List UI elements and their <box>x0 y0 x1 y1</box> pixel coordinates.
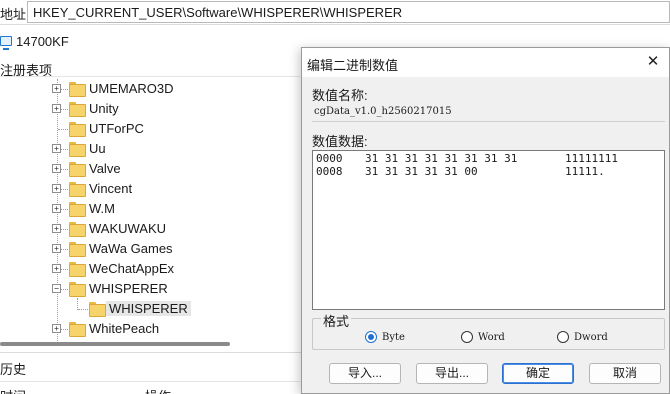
folder-icon <box>69 122 86 137</box>
radio-dword[interactable]: Dword <box>557 331 608 343</box>
radio-label: Byte <box>382 331 405 343</box>
radio-unchecked-icon[interactable] <box>461 331 473 343</box>
cancel-button[interactable]: 取消 <box>589 363 661 384</box>
tree-item-label[interactable]: WAKUWAKU <box>86 221 169 236</box>
tree-item[interactable]: + WeChatAppEx <box>0 259 300 279</box>
column-header-time[interactable]: 时间 <box>0 386 26 394</box>
tree-item-label[interactable]: W.M <box>86 201 118 216</box>
horizontal-scrollbar[interactable] <box>0 340 300 348</box>
scrollbar-thumb[interactable] <box>0 342 230 346</box>
expand-icon[interactable]: + <box>52 244 61 253</box>
tree-item-label[interactable]: WhitePeach <box>86 321 162 336</box>
tree-item[interactable]: + WaWa Games <box>0 239 300 259</box>
expand-icon[interactable]: + <box>52 184 61 193</box>
column-header-action[interactable]: 操作 <box>145 386 171 394</box>
tree-connector <box>78 309 88 310</box>
radio-checked-icon[interactable] <box>365 331 377 343</box>
tree-item-label[interactable]: WeChatAppEx <box>86 261 177 276</box>
folder-icon <box>69 222 86 237</box>
format-group: 格式 Byte Word Dword <box>312 311 665 350</box>
history-title: 历史 <box>0 362 27 377</box>
dialog-titlebar[interactable]: 编辑二进制数值 ✕ <box>302 48 669 77</box>
tree-item-label[interactable]: UMEMARO3D <box>86 81 177 96</box>
radio-unchecked-icon[interactable] <box>557 331 569 343</box>
format-label: 格式 <box>321 311 352 330</box>
expand-icon[interactable]: + <box>52 204 61 213</box>
hex-offset: 0008 <box>316 165 343 178</box>
tree-item[interactable]: + W.M <box>0 199 300 219</box>
radio-word[interactable]: Word <box>461 331 505 343</box>
tree-item-label[interactable]: Unity <box>86 101 122 116</box>
value-name-label: 数值名称: <box>312 88 368 103</box>
hex-row[interactable]: 0000 31 31 31 31 31 31 31 31 11111111 <box>315 152 662 165</box>
hex-ascii[interactable]: 11111. <box>565 165 605 178</box>
computer-label: 14700KF <box>16 33 69 49</box>
folder-icon <box>69 282 86 297</box>
radio-label: Dword <box>574 331 608 343</box>
folder-icon <box>69 82 86 97</box>
tree-item[interactable]: − WHISPERER <box>0 279 300 299</box>
tree-item[interactable]: + WhitePeach <box>0 319 300 339</box>
tree-item-label[interactable]: WHISPERER <box>106 301 191 316</box>
address-label: 地址 <box>0 7 27 22</box>
import-button[interactable]: 导入... <box>329 363 401 384</box>
expand-icon[interactable]: + <box>52 144 61 153</box>
tree-item-label[interactable]: UTForPC <box>86 121 147 136</box>
folder-icon <box>69 142 86 157</box>
folder-icon <box>89 302 106 317</box>
tree-item-label[interactable]: Valve <box>86 161 124 176</box>
expand-icon[interactable]: + <box>52 324 61 333</box>
edit-binary-dialog: 编辑二进制数值 ✕ 数值名称: cgData_v1.0_h2560217015 … <box>301 47 670 394</box>
tree-item-label[interactable]: WHISPERER <box>86 281 171 296</box>
expand-icon[interactable]: + <box>52 104 61 113</box>
collapse-icon[interactable]: − <box>52 284 61 293</box>
divider <box>0 381 300 382</box>
expand-icon[interactable]: + <box>52 224 61 233</box>
dialog-title: 编辑二进制数值 <box>307 58 399 73</box>
hex-bytes[interactable]: 31 31 31 31 31 31 31 31 <box>365 152 517 165</box>
hex-editor[interactable]: 0000 31 31 31 31 31 31 31 31 11111111 00… <box>312 150 665 310</box>
address-input[interactable]: HKEY_CURRENT_USER\Software\WHISPERER\WHI… <box>27 1 670 23</box>
divider <box>0 76 300 77</box>
value-data-label: 数值数据: <box>312 134 368 149</box>
folder-icon <box>69 262 86 277</box>
folder-icon <box>69 102 86 117</box>
hex-bytes[interactable]: 31 31 31 31 31 00 <box>365 165 478 178</box>
tree-item[interactable]: + Valve <box>0 159 300 179</box>
tree-item[interactable]: + WAKUWAKU <box>0 219 300 239</box>
tree-item[interactable]: WHISPERER <box>0 299 300 319</box>
tree-item[interactable]: UTForPC <box>0 119 300 139</box>
hex-row[interactable]: 0008 31 31 31 31 31 00 11111. <box>315 165 662 178</box>
tree-item[interactable]: + UMEMARO3D <box>0 79 300 99</box>
hex-ascii[interactable]: 11111111 <box>565 152 618 165</box>
ok-button[interactable]: 确定 <box>502 363 574 384</box>
value-name-field: cgData_v1.0_h2560217015 <box>312 103 665 122</box>
expand-icon[interactable]: + <box>52 84 61 93</box>
tree-item-label[interactable]: Uu <box>86 141 109 156</box>
close-icon[interactable]: ✕ <box>641 51 665 73</box>
tree-item[interactable]: + Uu <box>0 139 300 159</box>
tree-item-label[interactable]: Vincent <box>86 181 135 196</box>
address-bar: 地址 HKEY_CURRENT_USER\Software\WHISPERER\… <box>0 0 670 25</box>
folder-icon <box>69 182 86 197</box>
radio-label: Word <box>478 331 505 343</box>
tree-item[interactable]: + Vincent <box>0 179 300 199</box>
folder-icon <box>69 162 86 177</box>
folder-icon <box>69 322 86 337</box>
tree-root-computer[interactable]: 14700KF <box>0 31 69 51</box>
tree-column-header: 注册表项 <box>0 63 53 78</box>
tree-item[interactable]: + Unity <box>0 99 300 119</box>
folder-icon <box>69 202 86 217</box>
export-button[interactable]: 导出... <box>416 363 488 384</box>
tree-item-label[interactable]: WaWa Games <box>86 241 176 256</box>
expand-icon[interactable]: + <box>52 164 61 173</box>
tree-connector <box>58 129 68 130</box>
folder-icon <box>69 242 86 257</box>
computer-icon <box>0 36 12 50</box>
expand-icon[interactable]: + <box>52 264 61 273</box>
radio-byte[interactable]: Byte <box>365 331 405 343</box>
hex-offset: 0000 <box>316 152 343 165</box>
